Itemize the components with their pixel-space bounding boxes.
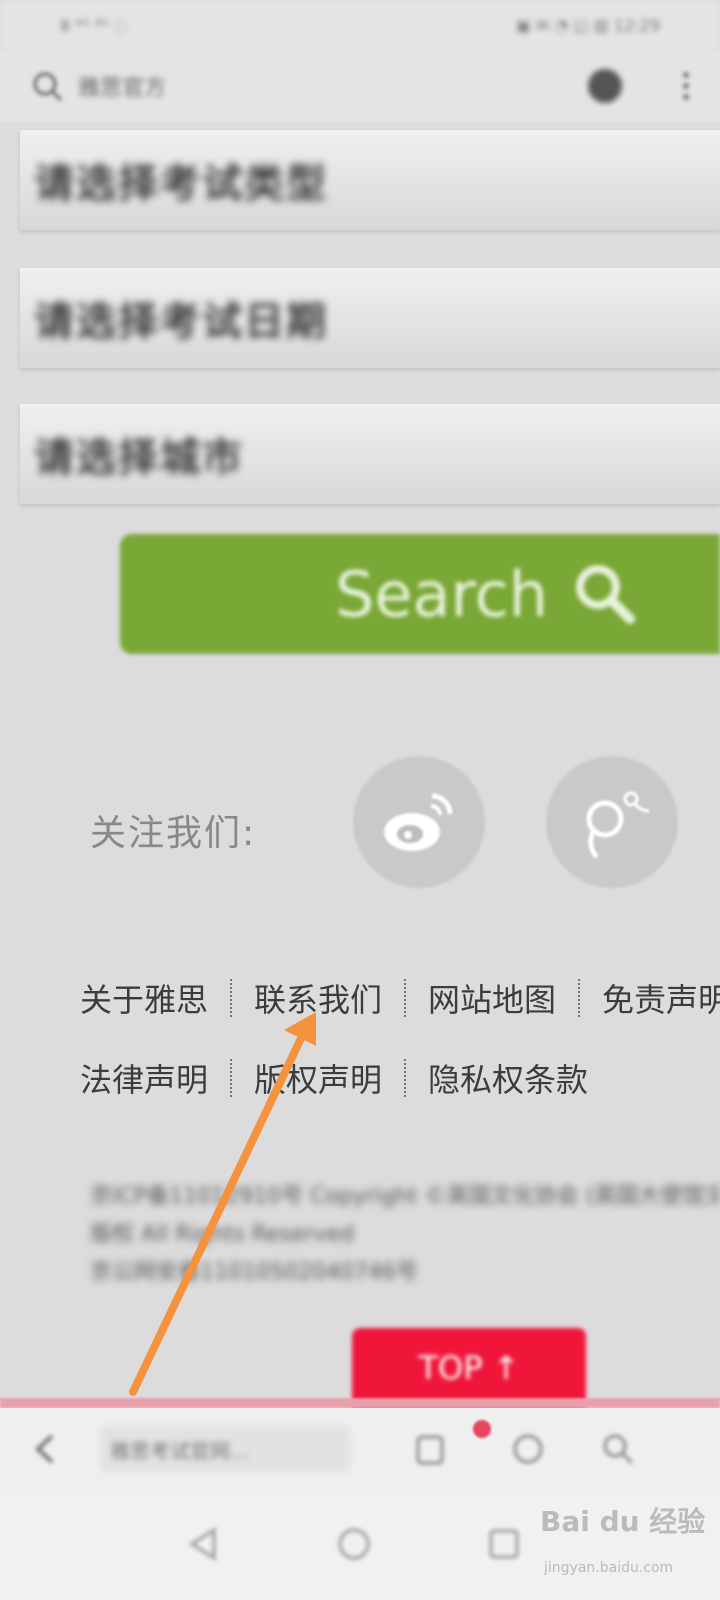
city-select-label: 请选择城市 [34,435,244,481]
city-select[interactable]: 请选择城市 [20,404,720,504]
link-disclaimer[interactable]: 免责声明 [602,975,720,1021]
link-copyright-notice[interactable]: 版权声明 [254,1055,382,1101]
link-legal-notice[interactable]: 法律声明 [80,1055,208,1101]
watermark-logo-text: Bai du 经验 [540,1505,706,1538]
nav-recents-icon[interactable] [484,1524,524,1564]
magnifier-icon [576,565,636,624]
copyright-block: 京ICP备11012910号 Copyright ©英国文化协会 (英国大使馆文… [90,1178,720,1292]
more-menu-icon[interactable] [682,71,690,101]
link-separator [404,1059,407,1097]
footer-links: 关于雅思 联系我们 网站地图 免责声明 法律声明 版权声明 隐私权条款 [80,970,720,1130]
notification-icon[interactable] [410,1429,450,1469]
footer-links-row-1: 关于雅思 联系我们 网站地图 免责声明 [80,970,720,1026]
footer-links-row-2: 法律声明 版权声明 隐私权条款 [80,1050,720,1106]
tabs-icon[interactable] [508,1429,548,1469]
link-about-ielts[interactable]: 关于雅思 [80,975,208,1021]
back-to-top-label: TOP ↑ [418,1349,520,1387]
follow-us-label: 关注我们: [90,813,257,854]
follow-us: 关注我们: [90,770,256,890]
exam-date-select-label: 请选择考试日期 [34,299,328,345]
status-bar-left: ⅲ ⁴ᴳ ⁴ᴳ ◌ [60,15,128,35]
exam-type-select-label: 请选择考试类型 [34,161,328,207]
link-site-map[interactable]: 网站地图 [428,975,556,1021]
link-contact-us[interactable]: 联系我们 [254,975,382,1021]
link-separator [404,979,407,1017]
tencent-weibo-icon [586,791,650,859]
exam-date-select[interactable]: 请选择考试日期 [20,268,720,368]
weibo-icon [384,793,453,851]
browser-address-bar[interactable]: 雅思官方 [0,50,720,122]
status-bar-right: ▣ ✉ ◔ ◱ ▥ 12:29 [515,15,660,35]
notification-badge [473,1420,491,1438]
search-button-label: Search [335,557,549,631]
search-icon[interactable] [30,69,64,103]
bottom-address-field[interactable]: 雅思考试官网... [100,1426,350,1472]
link-privacy-terms[interactable]: 隐私权条款 [428,1055,588,1101]
search-button[interactable]: Search [120,534,720,654]
watermark-url: jingyan.baidu.com [544,1560,674,1576]
link-separator [230,1059,233,1097]
weibo-button[interactable] [353,756,485,888]
baidu-jingyan-watermark: Bai du 经验 jingyan.baidu.com [540,1500,720,1590]
back-icon[interactable] [30,1432,60,1466]
copyright-line-3: 京公网安备11010502040746号 [90,1260,418,1285]
browser-url-text[interactable]: 雅思官方 [78,70,588,102]
nav-home-icon[interactable] [334,1524,374,1564]
toolbar-divider [0,1398,720,1408]
status-bar: ⅲ ⁴ᴳ ⁴ᴳ ◌ ▣ ✉ ◔ ◱ ▥ 12:29 [0,0,720,50]
tabs-icon[interactable] [588,69,622,103]
copyright-line-2: 版权 All Rights Reserved [90,1222,355,1247]
copyright-line-1: 京ICP备11012910号 Copyright ©英国文化协会 (英国大使馆文… [90,1184,720,1209]
nav-back-icon[interactable] [184,1524,224,1564]
browser-bottom-toolbar: 雅思考试官网... [0,1408,720,1490]
back-to-top-button[interactable]: TOP ↑ [352,1328,586,1408]
link-separator [578,979,581,1017]
search-icon[interactable] [598,1429,638,1469]
exam-type-select[interactable]: 请选择考试类型 [20,130,720,230]
link-separator [230,979,233,1017]
tencent-weibo-button[interactable] [546,756,678,888]
